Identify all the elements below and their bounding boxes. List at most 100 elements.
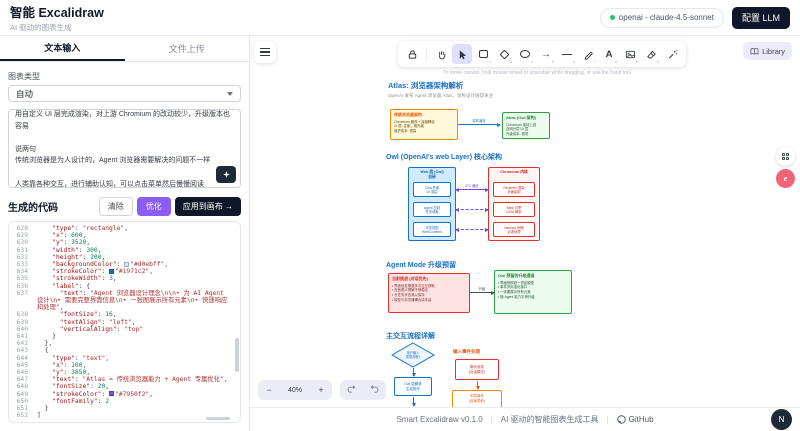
inner-box[interactable]: Blink 引擎 DOM 解析 [493, 202, 535, 217]
chart-type-label: 图表类型 [8, 71, 241, 82]
apply-to-canvas-button[interactable]: 应用到画布 → [175, 197, 241, 216]
inner-box[interactable]: Renderer 渲染 页面绘制 [493, 182, 535, 197]
code-text: "fontSize": 20, [33, 383, 240, 390]
arrow-1[interactable] [458, 124, 500, 125]
tool-hand[interactable] [431, 44, 451, 64]
line-number: 637 [9, 290, 33, 312]
hamburger-menu-button[interactable] [254, 41, 276, 63]
box-title: 传统浏览器架构 [394, 112, 454, 118]
zoom-in-button[interactable]: + [310, 385, 332, 395]
code-editor[interactable]: 628 "type": "rectangle",629 "x": 600,630… [8, 221, 241, 423]
arrow-ipc-1[interactable] [456, 189, 488, 190]
code-vertical-scrollbar[interactable] [235, 338, 239, 372]
code-text: "y": 3520, [33, 239, 240, 246]
github-link[interactable]: GitHub [617, 415, 654, 424]
line-number: 642 [9, 340, 33, 347]
tool-selection[interactable]: 1 [452, 44, 472, 64]
color-swatch [109, 391, 114, 396]
prompt-textarea[interactable]: 用自定义 UI 层完成渲染，对上游 Chromium 的改动较少，升级版本也容易… [8, 109, 241, 188]
line-number: 646 [9, 369, 33, 376]
history-control [340, 380, 386, 400]
code-text: { [33, 347, 240, 354]
flow-box-chat[interactable]: 聊天消息 (对话模式) [455, 359, 499, 380]
arrow-3[interactable] [470, 292, 494, 293]
footer-tagline: AI 驱动的智能图表生成工具 [501, 414, 599, 425]
ai-send-button[interactable] [216, 166, 236, 183]
inner-box[interactable]: Chat 界面 UI 渲染 [413, 182, 451, 197]
tool-laser[interactable] [662, 44, 682, 64]
diagram-box-challenges[interactable]: 当前挑战 (对话优先) • 界面信息需要多次交互获取• 页面语义理解不够稳定• … [388, 273, 470, 313]
diagram-container-web-layer[interactable]: Web 层 (Owl) 自研 Chat 界面 UI 渲染 Agent 控制 任务… [408, 167, 456, 241]
tool-image[interactable]: 9 [620, 44, 640, 64]
code-text: "height": 200, [33, 254, 240, 261]
rectangle-icon [479, 50, 488, 58]
tool-arrow[interactable]: →5 [536, 44, 556, 64]
sidebar: 文本输入 文件上传 图表类型 自动 用自定义 UI 层完成渲染，对上游 Chro… [0, 36, 250, 431]
promo-button[interactable]: e [776, 169, 795, 188]
apps-grid-icon [782, 153, 789, 160]
zoom-value[interactable]: 40% [280, 387, 310, 394]
tool-diamond[interactable]: 3 [494, 44, 514, 64]
promo-icon: e [784, 174, 788, 183]
tool-eraser[interactable]: 0 [641, 44, 661, 64]
box-line: • 随 Agent 能力平滑升级 [498, 295, 568, 300]
code-text: "strokeColor": "#1971c2", [33, 268, 240, 275]
tool-lock[interactable] [402, 44, 422, 64]
apps-button[interactable] [776, 147, 795, 166]
tool-ellipse[interactable]: 4 [515, 44, 535, 64]
tool-draw[interactable]: 7 [578, 44, 598, 64]
arrow-ipc-3[interactable] [456, 229, 488, 230]
library-button[interactable]: Library [743, 42, 792, 60]
excalidraw-canvas[interactable]: 1234→567A890 To move canvas, hold mouse … [250, 36, 800, 407]
line-number: 633 [9, 261, 33, 268]
diagram-container-chromium[interactable]: Chromium 内核 Renderer 渲染 页面绘制 Blink 引擎 DO… [488, 167, 540, 241]
flow-box-browse[interactable]: 浏览操作 (页面导航) [452, 390, 502, 407]
code-line: 643 { [9, 347, 240, 354]
tool-rectangle[interactable]: 2 [473, 44, 493, 64]
box-title: Owl 预留的升级通道 [498, 273, 568, 279]
line-number: 628 [9, 225, 33, 232]
diagram-box-atlas[interactable]: Atlas (Owl 架构) Chromium 保持上游自研分层 UI 层升级成… [502, 112, 550, 139]
zoom-control: − 40% + [258, 380, 332, 400]
flow-arrow-3[interactable] [477, 381, 478, 389]
code-text: "strokeWidth": 3, [33, 275, 240, 282]
code-line: 648 "fontSize": 20, [9, 383, 240, 390]
tool-text[interactable]: A8 [599, 44, 619, 64]
line-number: 648 [9, 383, 33, 390]
tab-text-input[interactable]: 文本输入 [0, 36, 125, 61]
image-icon [625, 49, 636, 60]
avatar[interactable]: N [771, 409, 792, 430]
tool-key-hint: 5 [552, 59, 554, 64]
clear-button[interactable]: 清除 [99, 197, 133, 216]
diagram-box-upgrade-path[interactable]: Owl 预留的升级通道 • 界面快照统一供给模型• 事件流标准化接口• 一张图展… [494, 270, 572, 314]
undo-button[interactable] [346, 381, 357, 399]
optimize-button[interactable]: 优化 [137, 197, 171, 216]
code-text: }, [33, 340, 240, 347]
flow-diamond[interactable]: 用户输入 类型判断? [391, 342, 435, 368]
ellipse-icon [520, 50, 530, 58]
tool-key-hint: 0 [657, 59, 659, 64]
code-horizontal-scrollbar[interactable] [206, 417, 230, 420]
chart-type-select[interactable]: 自动 [8, 85, 241, 102]
code-line: 641 } [9, 333, 240, 340]
line-number: 632 [9, 254, 33, 261]
lock-icon [407, 49, 418, 60]
draw-icon [583, 49, 594, 60]
inner-box[interactable]: Agent 控制 任务调度 [413, 202, 451, 217]
tab-file-upload[interactable]: 文件上传 [125, 36, 250, 61]
zoom-out-button[interactable]: − [258, 385, 280, 395]
diagram-box-traditional[interactable]: 传统浏览器架构 Chromium 魔改 + 深度耦合UI 层: 定制，难升级维护… [390, 109, 458, 140]
flow-arrow-2[interactable] [413, 397, 414, 406]
line-number: 636 [9, 283, 33, 290]
code-line: 634 "strokeColor": "#1971c2", [9, 268, 240, 275]
redo-button[interactable] [369, 381, 380, 399]
code-text: "fontSize": 16, [33, 311, 240, 318]
tool-line[interactable]: 6 [557, 44, 577, 64]
flow-box-owl[interactable]: Owl 层解析 生成指令 [394, 377, 432, 396]
configure-llm-button[interactable]: 配置 LLM [732, 7, 790, 29]
arrow-ipc-2[interactable] [456, 209, 488, 210]
code-line: 633 "backgroundColor": "#d0ebff", [9, 261, 240, 268]
inner-box[interactable]: 浏览视图 WebContents [413, 222, 451, 237]
flow-arrow-1[interactable] [413, 368, 414, 376]
inner-box[interactable]: Network 网络 请求处理 [493, 222, 535, 237]
